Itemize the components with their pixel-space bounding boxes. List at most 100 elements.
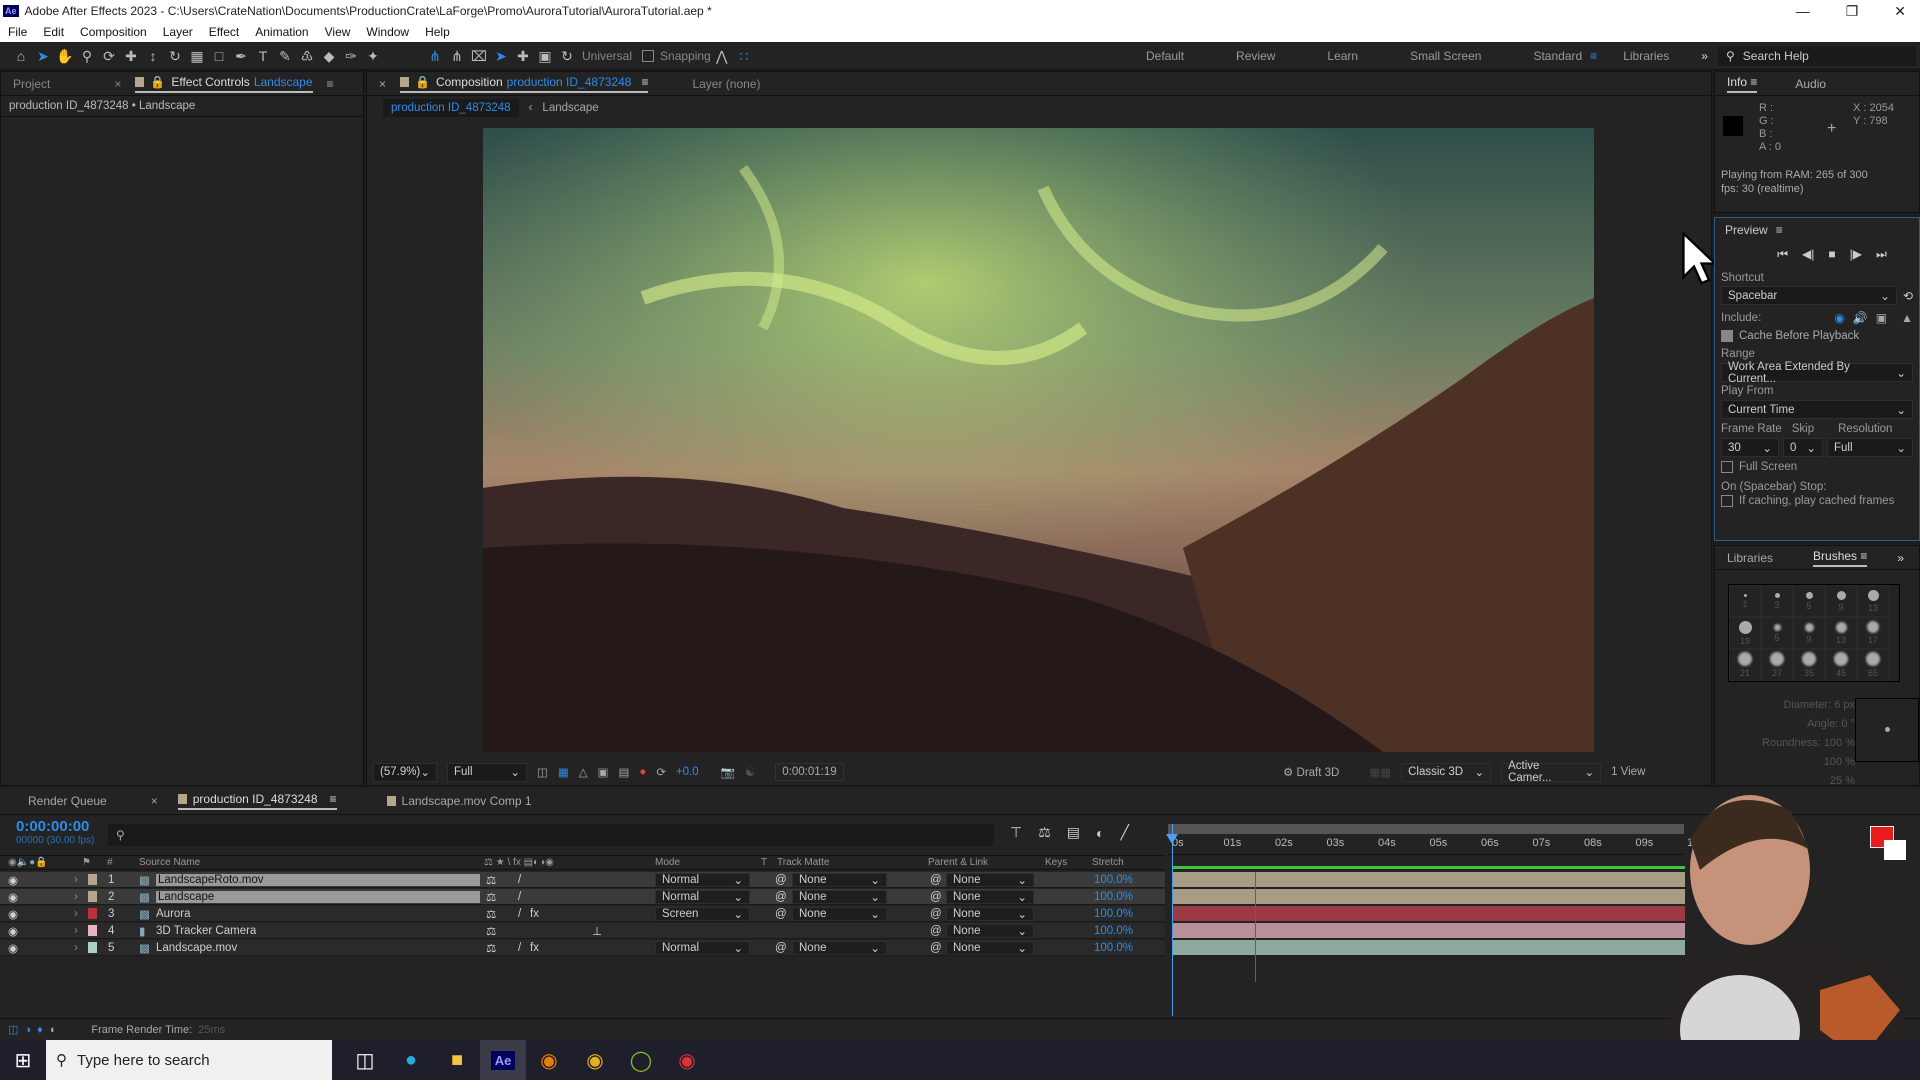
resolution-dropdown[interactable]: Full ⌄ xyxy=(447,762,527,782)
gizmo-rotate-icon[interactable]: ↻ xyxy=(556,45,578,67)
taskbar-search-input[interactable]: ⚲ Type here to search xyxy=(46,1040,332,1080)
exposure-value[interactable]: +0.0 xyxy=(676,766,699,778)
brush-tip[interactable]: 3 xyxy=(1761,585,1793,617)
stretch-value[interactable]: 100.0% xyxy=(1094,874,1133,886)
brush-tip[interactable]: 35 xyxy=(1793,649,1825,681)
snap-grid-icon[interactable]: ∷ xyxy=(733,45,755,67)
shy-switch-icon[interactable]: ⚖ xyxy=(486,941,496,955)
menu-composition[interactable]: Composition xyxy=(80,25,147,39)
layer-name[interactable]: Landscape xyxy=(156,890,480,903)
region-of-interest-icon[interactable]: ▣ xyxy=(598,765,609,779)
transfer-controls-toggle-icon[interactable]: ◑ xyxy=(24,1024,31,1036)
include-video-icon[interactable]: ◉ xyxy=(1834,311,1844,325)
grid-guides-icon[interactable]: ▤ xyxy=(618,765,629,779)
parent-dropdown[interactable]: None ⌄ xyxy=(946,940,1034,955)
layer-switches-toggle-icon[interactable]: ◫ xyxy=(8,1023,18,1036)
snapping-checkbox[interactable] xyxy=(642,50,655,62)
layer-duration-bar[interactable] xyxy=(1172,889,1685,904)
renderer-dropdown[interactable]: Classic 3D ⌄ xyxy=(1401,762,1492,782)
brush-tip[interactable]: 9 xyxy=(1793,617,1825,649)
current-time-display[interactable]: 0:00:01:19 xyxy=(775,763,844,781)
layer-row[interactable]: ◉ › 3 ▩ Aurora ⚖ / fx Screen ⌄ @ None ⌄ @ None ⌄ 1… xyxy=(0,906,1165,922)
tab-project[interactable]: Project xyxy=(13,77,50,91)
expand-chevron-icon[interactable]: › xyxy=(74,942,78,954)
first-frame-button[interactable]: ⏮ xyxy=(1777,247,1788,262)
motion-blur-icon[interactable]: ◐ xyxy=(1096,825,1104,841)
playhead[interactable] xyxy=(1172,824,1173,1016)
chrome-profile-icon[interactable]: ◉ xyxy=(664,1040,710,1080)
expand-chevron-icon[interactable]: › xyxy=(74,891,78,903)
tab-render-queue[interactable]: Render Queue xyxy=(28,794,107,808)
3d-layer-icon[interactable]: ⊥ xyxy=(592,924,602,938)
pen-tool-icon[interactable]: ✒ xyxy=(230,45,252,67)
local-axis-icon[interactable]: ⋔ xyxy=(424,45,446,67)
expand-panels-icon[interactable]: » xyxy=(1897,551,1904,565)
quality-switch-icon[interactable]: / xyxy=(518,891,521,903)
close-tab-icon[interactable]: × xyxy=(114,77,121,91)
layer-label-color[interactable] xyxy=(88,942,97,953)
brush-tip[interactable]: 5 xyxy=(1793,585,1825,617)
tab-layer[interactable]: Layer (none) xyxy=(692,77,760,91)
workspace-review[interactable]: Review xyxy=(1236,49,1275,63)
camera-view-dropdown[interactable]: Active Camer... ⌄ xyxy=(1501,760,1602,784)
frame-rate-dropdown[interactable]: 30 ⌄ xyxy=(1721,438,1779,457)
more-workspaces-icon[interactable]: » xyxy=(1701,49,1708,63)
tab-timeline-comp[interactable]: production ID_4873248 ≡ xyxy=(177,792,337,810)
blend-mode-dropdown[interactable]: Normal ⌄ xyxy=(655,889,750,904)
workspace-menu-icon[interactable]: ≡ xyxy=(1590,49,1597,63)
work-area-bar[interactable] xyxy=(1168,824,1684,834)
breadcrumb-layer[interactable]: Landscape xyxy=(542,102,598,114)
brush-tip[interactable]: 13 xyxy=(1857,585,1889,617)
task-view-icon[interactable]: ◫ xyxy=(342,1040,388,1080)
shy-switch-icon[interactable]: ⚖ xyxy=(486,907,496,921)
stretch-value[interactable]: 100.0% xyxy=(1094,908,1133,920)
zoom-tool-icon[interactable]: ⚲ xyxy=(76,45,98,67)
track-matte-dropdown[interactable]: None ⌄ xyxy=(792,872,887,887)
workspace-standard[interactable]: Standard xyxy=(1533,49,1582,63)
clone-stamp-icon[interactable]: ♳ xyxy=(296,45,318,67)
menu-effect[interactable]: Effect xyxy=(209,25,239,39)
windows-start-icon[interactable]: ⊞ xyxy=(0,1040,46,1080)
layer-name[interactable]: 3D Tracker Camera xyxy=(156,925,256,937)
green-app-icon[interactable]: ◯ xyxy=(618,1040,664,1080)
view-axis-icon[interactable]: ⌧ xyxy=(468,45,490,67)
hand-tool-icon[interactable]: ✋ xyxy=(54,45,76,67)
dolly-tool-icon[interactable]: ↕ xyxy=(142,45,164,67)
include-audio-icon[interactable]: 🔊 xyxy=(1853,311,1868,325)
brush-tip[interactable]: 65 xyxy=(1857,649,1889,681)
menu-help[interactable]: Help xyxy=(425,25,450,39)
blend-mode-dropdown[interactable]: Normal ⌄ xyxy=(655,872,750,887)
panel-menu-icon[interactable]: ≡ xyxy=(641,75,648,89)
puppet-pin-icon[interactable]: ✦ xyxy=(362,45,384,67)
rectangle-tool-icon[interactable]: □ xyxy=(208,45,230,67)
resolution-dropdown[interactable]: Full ⌄ xyxy=(1827,438,1913,457)
in-out-toggle-icon[interactable]: ♦ xyxy=(37,1024,43,1036)
tab-composition[interactable]: 🔒 Composition production ID_4873248 ≡ xyxy=(400,75,649,93)
layer-name[interactable]: Landscape.mov xyxy=(156,942,237,954)
blend-mode-dropdown[interactable]: Normal ⌄ xyxy=(655,940,750,955)
workspace-default[interactable]: Default xyxy=(1146,49,1184,63)
gizmo-select-icon[interactable]: ➤ xyxy=(490,45,512,67)
matte-pickwhip-icon[interactable]: @ xyxy=(775,942,787,954)
panel-menu-icon[interactable]: ≡ xyxy=(1750,75,1757,89)
layer-label-color[interactable] xyxy=(88,874,97,885)
layer-label-color[interactable] xyxy=(88,891,97,902)
maximize-button[interactable]: ❐ xyxy=(1846,0,1859,22)
column-source-name[interactable]: Source Name xyxy=(139,857,200,868)
menu-layer[interactable]: Layer xyxy=(163,25,193,39)
brush-tip[interactable]: 1 xyxy=(1729,585,1761,617)
previous-frame-button[interactable]: ◀| xyxy=(1802,247,1814,261)
magnification-dropdown[interactable]: (57.9%) ⌄ xyxy=(373,762,437,782)
tab-audio[interactable]: Audio xyxy=(1795,77,1826,91)
layer-name[interactable]: LandscapeRoto.mov xyxy=(156,873,480,886)
tab-libraries[interactable]: Libraries xyxy=(1727,551,1773,565)
view-layout-dropdown[interactable]: 1 View xyxy=(1611,766,1645,778)
edge-icon[interactable]: ● xyxy=(388,1040,434,1080)
chrome-icon[interactable]: ◉ xyxy=(572,1040,618,1080)
selection-tool-icon[interactable]: ➤ xyxy=(32,45,54,67)
menu-file[interactable]: File xyxy=(8,25,27,39)
layer-duration-bar[interactable] xyxy=(1172,940,1685,955)
brush-tip[interactable]: 19 xyxy=(1729,617,1761,649)
expand-chevron-icon[interactable]: › xyxy=(74,874,78,886)
pan-tool-icon[interactable]: ✚ xyxy=(120,45,142,67)
